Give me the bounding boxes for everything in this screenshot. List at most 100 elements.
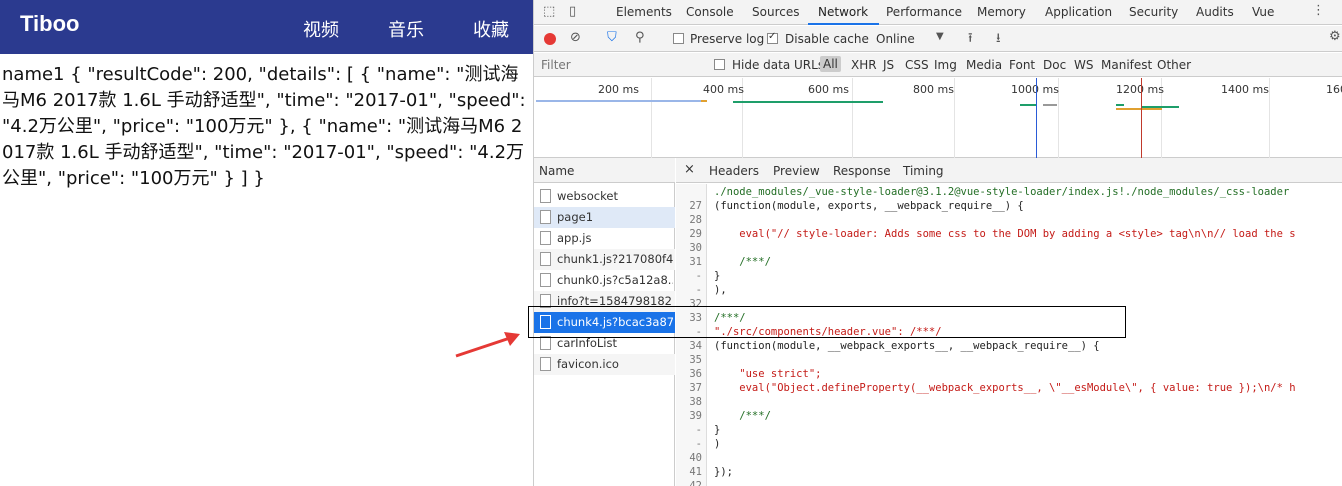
request-row[interactable]: websocket <box>534 186 675 207</box>
tab-audits[interactable]: Audits <box>1196 5 1234 19</box>
nav-music[interactable]: 音乐 <box>388 16 424 42</box>
line-number: 40 <box>689 452 702 464</box>
line-number: 28 <box>689 214 702 226</box>
file-icon <box>540 357 551 371</box>
more-menu-icon[interactable]: ⋮ <box>1312 3 1325 18</box>
hide-data-urls-checkbox[interactable] <box>714 59 725 70</box>
chevron-down-icon[interactable]: ▼ <box>936 31 944 42</box>
filter-manifest[interactable]: Manifest <box>1101 58 1152 72</box>
dom-content-loaded-line <box>1036 78 1037 158</box>
devtools-tabbar: ⬚ ▯ Elements Console Sources Network Per… <box>534 0 1342 25</box>
line-number: - <box>695 284 702 296</box>
filter-input[interactable] <box>538 56 698 74</box>
request-row[interactable]: chunk0.js?c5a12a8... <box>534 270 675 291</box>
line-number: 30 <box>689 242 702 254</box>
record-icon[interactable] <box>544 33 556 45</box>
tab-response[interactable]: Response <box>833 164 891 178</box>
tab-elements[interactable]: Elements <box>616 5 672 19</box>
highlight-box <box>528 306 1126 338</box>
request-row[interactable]: chunk1.js?217080f4... <box>534 249 675 270</box>
import-har-icon[interactable]: ⭱ <box>968 29 973 51</box>
timeline-bar <box>536 100 701 102</box>
timeline-bar <box>701 100 707 102</box>
settings-icon[interactable]: ⚙ <box>1329 29 1341 44</box>
filter-img[interactable]: Img <box>934 58 957 72</box>
tab-memory[interactable]: Memory <box>977 5 1026 19</box>
filter-all[interactable]: All <box>820 56 841 72</box>
line-number: 42 <box>689 480 702 486</box>
timeline-overview[interactable]: 200 ms 400 ms 600 ms 800 ms 1000 ms 1200… <box>534 78 1342 158</box>
timeline-tick: 600 ms <box>808 83 849 96</box>
request-name: carInfoList <box>557 336 617 350</box>
device-toolbar-icon[interactable]: ▯ <box>569 4 576 19</box>
filter-doc[interactable]: Doc <box>1043 58 1066 72</box>
nav-video[interactable]: 视频 <box>303 16 339 42</box>
request-name: app.js <box>557 231 592 245</box>
timeline-tick: 1000 ms <box>1011 83 1059 96</box>
tab-network[interactable]: Network <box>818 5 868 19</box>
clear-icon[interactable]: ⊘ <box>570 30 581 45</box>
line-number: 31 <box>689 256 702 268</box>
tab-timing[interactable]: Timing <box>903 164 944 178</box>
filter-css[interactable]: CSS <box>905 58 929 72</box>
request-name: websocket <box>557 189 618 203</box>
filter-icon[interactable]: ⛉ <box>607 30 617 45</box>
tab-vue[interactable]: Vue <box>1252 5 1274 19</box>
filter-media[interactable]: Media <box>966 58 1002 72</box>
load-event-line <box>1141 78 1142 158</box>
request-row[interactable]: favicon.ico <box>534 354 675 375</box>
tab-preview[interactable]: Preview <box>773 164 820 178</box>
devtools-panel: ⬚ ▯ Elements Console Sources Network Per… <box>455 0 1342 486</box>
tab-application[interactable]: Application <box>1045 5 1112 19</box>
close-icon[interactable]: × <box>684 162 695 177</box>
timeline-tick: 800 ms <box>913 83 954 96</box>
tab-sources[interactable]: Sources <box>752 5 799 19</box>
detail-tabbar: × Headers Preview Response Timing <box>676 158 1342 183</box>
tab-console[interactable]: Console <box>686 5 734 19</box>
line-number: - <box>695 438 702 450</box>
filter-font[interactable]: Font <box>1009 58 1035 72</box>
code-line: ./node_modules/_vue-style-loader@3.1.2@v… <box>714 186 1290 198</box>
file-icon <box>540 252 551 266</box>
inspect-element-icon[interactable]: ⬚ <box>543 4 555 19</box>
file-icon <box>540 231 551 245</box>
request-name: chunk1.js?217080f4... <box>557 252 673 266</box>
timeline-tick: 400 ms <box>703 83 744 96</box>
code-line: (function(module, exports, __webpack_req… <box>714 200 1024 212</box>
code-line: } <box>714 424 721 436</box>
file-icon <box>540 189 551 203</box>
tab-security[interactable]: Security <box>1129 5 1178 19</box>
hide-data-urls-label: Hide data URLs <box>732 58 825 72</box>
filter-other[interactable]: Other <box>1157 58 1191 72</box>
request-row[interactable]: app.js <box>534 228 675 249</box>
line-number: 41 <box>689 466 702 478</box>
name-column-header[interactable]: Name <box>534 158 675 183</box>
filter-js[interactable]: JS <box>883 58 894 72</box>
export-har-icon[interactable]: ⭳ <box>996 29 1001 51</box>
line-number: 27 <box>689 200 702 212</box>
response-json-text: name1 { "resultCode": 200, "details": [ … <box>2 64 526 189</box>
search-icon[interactable]: ⚲ <box>635 30 645 45</box>
filter-xhr[interactable]: XHR <box>851 58 877 72</box>
code-line: eval("Object.defineProperty(__webpack_ex… <box>714 382 1296 394</box>
code-line: ) <box>714 438 721 450</box>
timeline-tick: 1200 ms <box>1116 83 1164 96</box>
request-name: page1 <box>557 210 594 224</box>
app-page: Tiboo 视频 音乐 收藏 name1 { "resultCode": 200… <box>0 0 533 486</box>
preserve-log-checkbox[interactable] <box>673 33 684 44</box>
code-line: (function(module, __webpack_exports__, _… <box>714 340 1100 352</box>
tab-performance[interactable]: Performance <box>886 5 962 19</box>
nav-favorites[interactable]: 收藏 <box>473 16 509 42</box>
brand-logo[interactable]: Tiboo <box>20 11 79 37</box>
throttle-select[interactable]: Online <box>876 32 915 46</box>
timeline-tick: 200 ms <box>598 83 639 96</box>
timeline-bar <box>1116 104 1124 106</box>
disable-cache-checkbox[interactable] <box>767 31 778 44</box>
line-number: 39 <box>689 410 702 422</box>
request-row[interactable]: page1 <box>534 207 675 228</box>
filter-ws[interactable]: WS <box>1074 58 1093 72</box>
disable-cache-label: Disable cache <box>785 32 869 46</box>
file-icon <box>540 210 551 224</box>
file-icon <box>540 273 551 287</box>
tab-headers[interactable]: Headers <box>709 164 759 178</box>
